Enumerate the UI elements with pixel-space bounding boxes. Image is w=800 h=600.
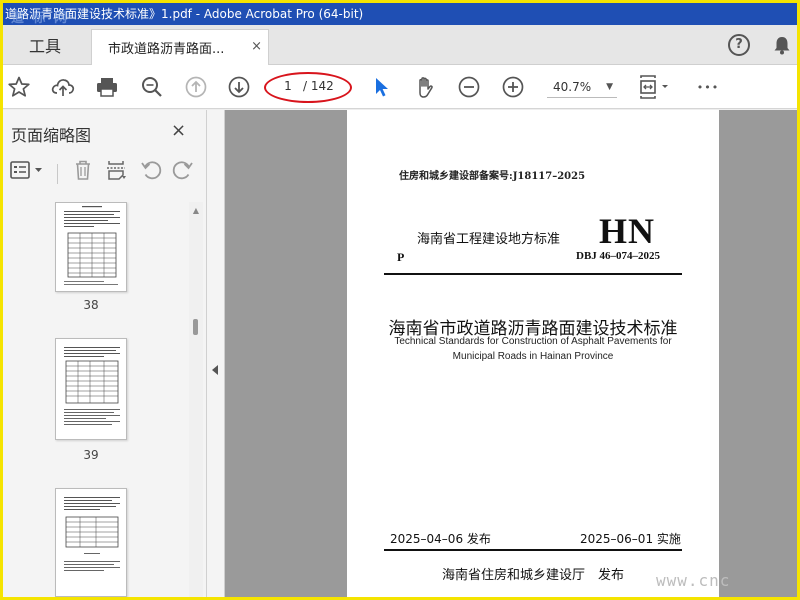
chevron-down-icon: ▼: [606, 82, 613, 92]
thumbnail-page-number: 38: [83, 298, 99, 312]
thumbnail-scrollbar[interactable]: ▲: [189, 202, 203, 597]
implement-date: 2025–06–01 实施: [580, 532, 681, 546]
standard-code: DBJ 46–074–2025: [576, 250, 661, 262]
page-fit-icon[interactable]: [635, 73, 675, 101]
panel-title: 页面缩略图: [11, 126, 92, 145]
next-page-icon[interactable]: [225, 73, 253, 101]
thumbnail-page-number: 39: [83, 448, 99, 462]
standard-type: 海南省工程建设地方标准: [417, 232, 561, 247]
zoom-out-icon[interactable]: [455, 73, 483, 101]
title-bar: 道路沥青路面建设技术标准》1.pdf - Adobe Acrobat Pro (…: [3, 3, 797, 25]
window-title: 道路沥青路面建设技术标准》1.pdf - Adobe Acrobat Pro (…: [5, 7, 364, 21]
thumbnail-options-icon[interactable]: [9, 156, 45, 184]
p-mark: P: [397, 250, 405, 264]
header-rule: [384, 273, 682, 275]
collapse-arrow-icon[interactable]: [212, 365, 218, 375]
cloud-upload-icon[interactable]: [49, 73, 77, 101]
watermark-url: www.cnc: [656, 571, 731, 590]
tab-document-label: 市政道路沥青路面...: [108, 42, 225, 57]
document-viewport[interactable]: 住房和城乡建设部备案号:J18117–2025 海南省工程建设地方标准 HN P…: [225, 110, 797, 597]
issue-date: 2025–04–06 发布: [390, 532, 491, 546]
page-thumbnail[interactable]: [55, 202, 127, 292]
hand-tool-icon[interactable]: [411, 73, 439, 101]
tab-bar: 工具 市政道路沥青路面... × ?: [3, 25, 797, 65]
tab-document[interactable]: 市政道路沥青路面... ×: [91, 29, 269, 65]
record-number: 住房和城乡建设部备案号:J18117–2025: [399, 171, 586, 182]
notification-bell-icon[interactable]: [771, 34, 793, 56]
acrobat-window: 道路沥青路面建设技术标准》1.pdf - Adobe Acrobat Pro (…: [3, 3, 797, 597]
more-tools-icon[interactable]: •••: [693, 73, 723, 101]
help-icon[interactable]: ?: [728, 34, 750, 56]
scroll-up-icon[interactable]: ▲: [189, 206, 203, 215]
page-thumbnail[interactable]: [55, 488, 127, 597]
panel-collapse-strip[interactable]: [207, 110, 225, 597]
bookmark-star-icon[interactable]: [5, 73, 33, 101]
search-icon[interactable]: [138, 73, 166, 101]
scrollbar-thumb[interactable]: [193, 319, 198, 335]
previous-page-icon[interactable]: [182, 73, 210, 101]
thumbnail-list: 38 39: [3, 202, 189, 597]
select-cursor-icon[interactable]: [367, 73, 395, 101]
page-number-input[interactable]: 1: [273, 74, 303, 98]
divider: [57, 164, 58, 184]
tab-tools[interactable]: 工具: [3, 25, 87, 65]
page-total: / 142: [303, 79, 334, 93]
document-title-en-line2: Municipal Roads in Hainan Province: [452, 351, 614, 362]
footer-rule: [384, 549, 682, 551]
print-icon[interactable]: [93, 73, 121, 101]
tab-close-icon[interactable]: ×: [251, 39, 262, 54]
panel-close-icon[interactable]: ×: [171, 120, 186, 141]
delete-page-icon[interactable]: [69, 156, 97, 184]
page-thumbnail[interactable]: [55, 338, 127, 440]
region-code: HN: [599, 211, 655, 251]
zoom-in-icon[interactable]: [499, 73, 527, 101]
rotate-ccw-icon[interactable]: [137, 156, 165, 184]
zoom-level-value: 40.7%: [553, 80, 592, 94]
main-toolbar: 1 / 142 40.7% ▼ •••: [3, 65, 797, 109]
thumbnails-panel: 页面缩略图 × 38 39 ▲: [3, 110, 207, 597]
zoom-level-select[interactable]: 40.7% ▼: [547, 76, 617, 98]
panel-toolbar: [3, 154, 207, 192]
document-title-en-line1: Technical Standards for Construction of …: [394, 336, 672, 347]
pdf-page: 住房和城乡建设部备案号:J18117–2025 海南省工程建设地方标准 HN P…: [347, 110, 719, 597]
rotate-cw-icon[interactable]: [169, 156, 197, 184]
insert-page-icon[interactable]: [103, 156, 131, 184]
